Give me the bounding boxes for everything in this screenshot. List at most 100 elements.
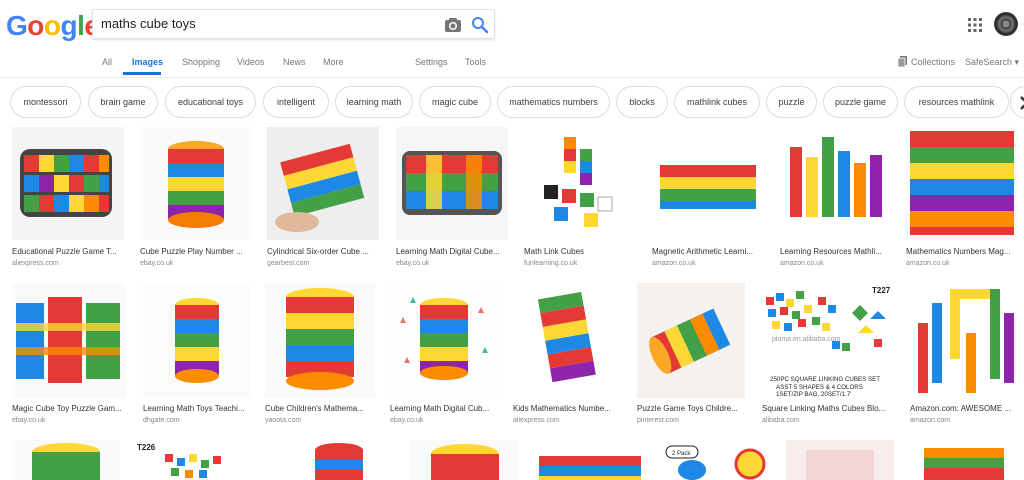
result-thumbnail[interactable] — [524, 127, 636, 240]
chip-resources-mathlink[interactable]: resources mathlink — [904, 86, 1009, 118]
search-input[interactable] — [101, 16, 431, 31]
result-card[interactable] — [411, 440, 519, 480]
result-thumbnail[interactable] — [906, 127, 1018, 240]
chip-puzzle[interactable]: puzzle — [766, 86, 817, 118]
result-title[interactable]: Puzzle Game Toys Childre... — [637, 404, 745, 413]
result-card[interactable]: T227 ploma.en.alibaba.com 250PC SQUARE L… — [762, 283, 894, 428]
result-thumbnail[interactable] — [396, 127, 508, 240]
result-title[interactable]: Magic Cube Toy Puzzle Gam... — [12, 404, 126, 413]
collections-link[interactable]: Collections — [911, 57, 955, 67]
collections-icon[interactable] — [898, 56, 907, 67]
result-card[interactable]: Cube Puzzle Play Number ... ebay.co.uk — [140, 127, 252, 272]
result-card[interactable]: 2 Pack — [662, 440, 774, 480]
result-card[interactable] — [535, 440, 645, 480]
account-avatar[interactable] — [994, 12, 1018, 36]
result-card[interactable] — [910, 440, 1018, 480]
result-source[interactable]: ebay.co.uk — [12, 417, 45, 424]
result-thumbnail[interactable] — [279, 440, 397, 480]
chips-next-button[interactable] — [1010, 86, 1024, 118]
result-card[interactable]: Puzzle Game Toys Childre... pinterest.co… — [637, 283, 745, 428]
chip-magic-cube[interactable]: magic cube — [419, 86, 491, 118]
result-card[interactable]: Educational Puzzle Game T... aliexpress.… — [12, 127, 124, 272]
result-source[interactable]: pinterest.com — [637, 417, 679, 424]
result-thumbnail[interactable] — [910, 283, 1018, 398]
chip-montessori[interactable]: montessori — [10, 86, 81, 118]
tab-settings[interactable]: Settings — [415, 57, 448, 67]
result-card[interactable]: Learning Math Digital Cub... ebay.co.uk — [390, 283, 498, 428]
result-thumbnail[interactable] — [910, 440, 1018, 480]
result-thumbnail[interactable] — [411, 440, 519, 480]
result-thumbnail[interactable]: T226 — [135, 440, 263, 480]
result-thumbnail[interactable] — [12, 283, 126, 398]
result-source[interactable]: alibaba.com — [762, 417, 800, 424]
result-title[interactable]: Magnetic Arithmetic Learni... — [652, 247, 764, 256]
result-source[interactable]: amazon.co.uk — [652, 260, 696, 267]
result-source[interactable]: ebay.co.uk — [140, 260, 173, 267]
chip-educational-toys[interactable]: educational toys — [165, 86, 256, 118]
result-card[interactable]: Magnetic Arithmetic Learni... amazon.co.… — [652, 127, 764, 272]
tab-all[interactable]: All — [102, 57, 112, 67]
result-thumbnail[interactable] — [390, 283, 498, 398]
result-card[interactable]: T226 — [135, 440, 263, 480]
result-card[interactable]: Cube Children's Mathema... yaoota.com — [265, 283, 375, 428]
result-source[interactable]: funlearning.co.uk — [524, 260, 577, 267]
result-card[interactable]: Math Link Cubes funlearning.co.uk — [524, 127, 636, 272]
chip-learning-math[interactable]: learning math — [335, 86, 413, 118]
chip-mathematics-numbers[interactable]: mathematics numbers — [497, 86, 610, 118]
result-title[interactable]: Math Link Cubes — [524, 247, 636, 256]
tab-more[interactable]: More — [323, 57, 344, 67]
chip-mathlink-cubes[interactable]: mathlink cubes — [674, 86, 760, 118]
search-icon[interactable] — [471, 16, 489, 34]
tab-shopping[interactable]: Shopping — [182, 57, 220, 67]
result-card[interactable]: Cylindrical Six-order Cube ... gearbest.… — [267, 127, 379, 272]
safesearch-dropdown[interactable]: SafeSearch ▾ — [965, 57, 1019, 68]
result-title[interactable]: Cube Puzzle Play Number ... — [140, 247, 252, 256]
result-source[interactable]: gearbest.com — [267, 260, 309, 267]
result-thumbnail[interactable] — [143, 283, 250, 398]
result-title[interactable]: Mathematics Numbers Mag... — [906, 247, 1018, 256]
result-card[interactable]: Learning Math Digital Cube... ebay.co.uk — [396, 127, 508, 272]
result-thumbnail[interactable]: 2 Pack — [662, 440, 774, 480]
apps-grid-icon[interactable] — [968, 18, 982, 32]
camera-icon[interactable] — [443, 16, 463, 34]
result-card[interactable]: Learning Resources Mathli... amazon.co.u… — [780, 127, 892, 272]
result-thumbnail[interactable] — [513, 283, 621, 398]
result-source[interactable]: amazon.co.uk — [906, 260, 950, 267]
result-card[interactable]: Mathematics Numbers Mag... amazon.co.uk — [906, 127, 1018, 272]
result-thumbnail[interactable] — [780, 127, 892, 240]
result-card[interactable]: Learning Math Toys Teachi... dhgate.com — [143, 283, 250, 428]
result-title[interactable]: Square Linking Maths Cubes Blo... — [762, 404, 894, 413]
result-thumbnail[interactable] — [140, 127, 252, 240]
result-title[interactable]: Learning Math Digital Cub... — [390, 404, 498, 413]
result-thumbnail[interactable] — [265, 283, 375, 398]
result-thumbnail[interactable] — [637, 283, 745, 398]
chip-intelligent[interactable]: intelligent — [263, 86, 329, 118]
result-card[interactable]: Kids Mathematics Numbe... aliexpress.com — [513, 283, 621, 428]
result-card[interactable] — [12, 440, 120, 480]
tab-tools[interactable]: Tools — [465, 57, 486, 67]
result-thumbnail[interactable] — [652, 127, 764, 240]
chip-puzzle-game[interactable]: puzzle game — [823, 86, 898, 118]
chip-blocks[interactable]: blocks — [616, 86, 668, 118]
result-title[interactable]: Amazon.com: AWESOME ... — [910, 404, 1018, 413]
tab-videos[interactable]: Videos — [237, 57, 264, 67]
tab-news[interactable]: News — [283, 57, 306, 67]
result-card[interactable] — [279, 440, 397, 480]
result-source[interactable]: aliexpress.com — [12, 260, 59, 267]
search-box[interactable] — [92, 9, 495, 39]
result-source[interactable]: dhgate.com — [143, 417, 180, 424]
result-source[interactable]: amazon.com — [910, 417, 950, 424]
result-thumbnail[interactable] — [267, 127, 379, 240]
result-thumbnail[interactable]: T227 ploma.en.alibaba.com 250PC SQUARE L… — [762, 283, 894, 398]
result-source[interactable]: ebay.co.uk — [396, 260, 429, 267]
result-source[interactable]: amazon.co.uk — [780, 260, 824, 267]
google-logo[interactable]: Google — [6, 10, 100, 42]
result-card[interactable]: Magic Cube Toy Puzzle Gam... ebay.co.uk — [12, 283, 126, 428]
result-title[interactable]: Kids Mathematics Numbe... — [513, 404, 621, 413]
result-title[interactable]: Learning Math Toys Teachi... — [143, 404, 250, 413]
result-thumbnail[interactable] — [786, 440, 894, 480]
result-title[interactable]: Learning Math Digital Cube... — [396, 247, 508, 256]
chip-brain-game[interactable]: brain game — [88, 86, 158, 118]
tab-images[interactable]: Images — [132, 57, 163, 67]
result-source[interactable]: yaoota.com — [265, 417, 301, 424]
